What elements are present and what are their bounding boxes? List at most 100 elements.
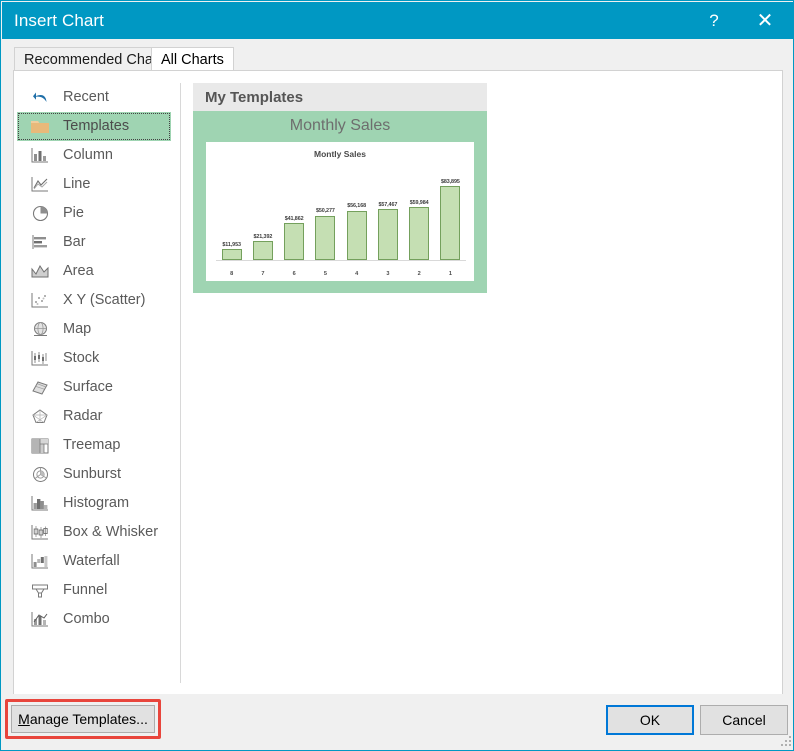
tab-recommended-charts-label: Recommended Charts xyxy=(24,51,170,68)
sidebar-item-radar[interactable]: Radar xyxy=(14,402,178,431)
chart-bar-value-label: $57,467 xyxy=(378,201,398,208)
pie-chart-icon xyxy=(28,203,52,225)
chart-bar-rect xyxy=(377,209,398,260)
ok-button[interactable]: OK xyxy=(606,705,694,735)
chart-bar-value-label: $50,277 xyxy=(315,208,335,215)
chart-bar: $59,984 xyxy=(404,200,435,260)
sidebar-item-label: Waterfall xyxy=(63,553,120,570)
chart-x-axis xyxy=(216,260,466,261)
my-templates-header: My Templates xyxy=(193,83,487,111)
chart-bar-value-label: $41,862 xyxy=(284,215,304,222)
chart-bar-value-label: $11,953 xyxy=(222,241,241,248)
funnel-icon xyxy=(28,580,52,602)
chart-bar-rect xyxy=(346,210,367,260)
scatter-chart-icon xyxy=(28,290,52,312)
chart-category-label: 3 xyxy=(386,271,390,277)
sidebar-item-stock[interactable]: Stock xyxy=(14,344,178,373)
sidebar-item-scatter[interactable]: X Y (Scatter) xyxy=(14,286,178,315)
help-button[interactable]: ? xyxy=(691,2,737,39)
chart-bar-value-label: $59,984 xyxy=(409,199,429,206)
sidebar-item-treemap[interactable]: Treemap xyxy=(14,431,178,460)
map-globe-icon xyxy=(28,319,52,341)
sidebar-item-label: Treemap xyxy=(63,437,121,454)
manage-templates-label: anage Templates... xyxy=(29,711,148,727)
chart-bar: $21,392 xyxy=(247,234,278,260)
chart-bar-rect xyxy=(284,223,305,260)
manage-templates-accel: M xyxy=(18,711,30,727)
chart-bar-rect xyxy=(409,207,430,260)
surface-chart-icon xyxy=(28,377,52,399)
template-gallery: My Templates Monthly Sales Montly Sales … xyxy=(193,83,772,684)
combo-chart-icon xyxy=(28,609,52,631)
sidebar-item-label: Area xyxy=(63,263,94,280)
chart-category-label: 4 xyxy=(355,271,359,277)
chart-category-label: 2 xyxy=(417,271,421,277)
sidebar-item-label: Pie xyxy=(63,205,84,222)
chart-category-label: 7 xyxy=(261,271,265,277)
manage-templates-highlight: Manage Templates... xyxy=(5,699,161,739)
sidebar-item-label: Combo xyxy=(63,611,110,628)
sidebar-item-surface[interactable]: Surface xyxy=(14,373,178,402)
waterfall-icon xyxy=(28,551,52,573)
manage-templates-button[interactable]: Manage Templates... xyxy=(11,705,155,733)
resize-grip[interactable] xyxy=(779,734,791,746)
sidebar-item-column[interactable]: Column xyxy=(14,141,178,170)
chart-bar: $56,168 xyxy=(341,203,372,260)
sidebar-item-area[interactable]: Area xyxy=(14,257,178,286)
sidebar-item-label: Column xyxy=(63,147,113,164)
chart-type-panel: Recent Templates Column Line Pie Bar Are… xyxy=(13,70,783,695)
sidebar-item-line[interactable]: Line xyxy=(14,170,178,199)
radar-chart-icon xyxy=(28,406,52,428)
chart-bar-rect xyxy=(252,241,273,260)
line-chart-icon xyxy=(28,174,52,196)
sidebar-item-label: Surface xyxy=(63,379,113,396)
area-chart-icon xyxy=(28,261,52,283)
chart-bar-value-label: $21,392 xyxy=(253,233,273,240)
tab-all-charts-label: All Charts xyxy=(161,52,224,68)
sidebar-item-label: Bar xyxy=(63,234,86,251)
sidebar-item-recent[interactable]: Recent xyxy=(14,83,178,112)
sidebar-item-waterfall[interactable]: Waterfall xyxy=(14,547,178,576)
chart-bar-rect xyxy=(221,249,242,260)
sidebar-item-label: Box & Whisker xyxy=(63,524,159,541)
template-caption: Monthly Sales xyxy=(289,117,391,134)
my-templates-label: My Templates xyxy=(205,88,304,106)
sidebar-item-label: Map xyxy=(63,321,92,338)
chart-category-label: 6 xyxy=(292,271,296,277)
sidebar-item-label: Funnel xyxy=(63,582,108,599)
sidebar-item-histogram[interactable]: Histogram xyxy=(14,489,178,518)
box-whisker-icon xyxy=(28,522,52,544)
sidebar-item-label: X Y (Scatter) xyxy=(63,292,146,309)
chart-preview: Montly Sales $11,953 8 $21,392 7 $41,862 6 $50… xyxy=(206,142,474,281)
chart-bar-rect xyxy=(315,215,336,260)
template-thumbnail-monthly-sales[interactable]: Monthly Sales Montly Sales $11,953 8 $21,3… xyxy=(193,111,487,293)
cancel-button[interactable]: Cancel xyxy=(700,705,788,735)
chart-bar: $83,895 xyxy=(435,179,466,260)
sidebar-item-label: Stock xyxy=(63,350,100,367)
sidebar-item-sunburst[interactable]: Sunburst xyxy=(14,460,178,489)
column-chart-icon xyxy=(28,145,52,167)
tab-strip: Recommended Charts All Charts xyxy=(2,39,793,72)
chart-bar: $57,467 xyxy=(372,202,403,260)
sidebar-item-pie[interactable]: Pie xyxy=(14,199,178,228)
sidebar-item-templates[interactable]: Templates xyxy=(17,112,171,141)
chart-bar: $41,862 xyxy=(279,216,310,260)
sidebar-item-bar[interactable]: Bar xyxy=(14,228,178,257)
sunburst-chart-icon xyxy=(28,464,52,486)
chart-bar: $11,953 xyxy=(216,242,247,260)
sidebar-item-combo[interactable]: Combo xyxy=(14,605,178,634)
close-icon[interactable]: ✕ xyxy=(742,2,788,39)
chart-category-label: 5 xyxy=(323,271,327,277)
insert-chart-dialog: Insert Chart ? ✕ Recommended Charts All … xyxy=(0,0,794,751)
stock-chart-icon xyxy=(28,348,52,370)
chart-bar: $50,277 xyxy=(310,208,341,260)
tab-all-charts[interactable]: All Charts xyxy=(151,47,234,72)
dialog-title: Insert Chart xyxy=(14,11,105,30)
chart-category-list: Recent Templates Column Line Pie Bar Are… xyxy=(14,83,178,634)
sidebar-item-label: Sunburst xyxy=(63,466,122,483)
sidebar-item-box-whisker[interactable]: Box & Whisker xyxy=(14,518,178,547)
ok-button-label: OK xyxy=(639,712,661,728)
sidebar-item-label: Radar xyxy=(63,408,103,425)
sidebar-item-map[interactable]: Map xyxy=(14,315,178,344)
sidebar-item-funnel[interactable]: Funnel xyxy=(14,576,178,605)
